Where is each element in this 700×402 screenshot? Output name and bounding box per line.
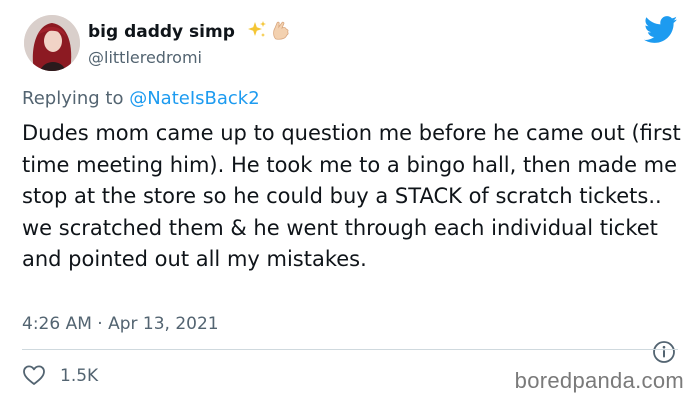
sparkles-icon <box>248 21 266 37</box>
twitter-logo-icon[interactable] <box>644 16 678 44</box>
avatar-image <box>24 15 80 71</box>
replying-to-label: Replying to <box>22 88 124 109</box>
reply-mention-link[interactable]: @NateIsBack2 <box>129 88 259 109</box>
tweet-text: Dudes mom came up to question me before … <box>22 121 681 271</box>
heart-icon[interactable] <box>22 364 46 386</box>
tweet-timestamp[interactable]: 4:26 AM · Apr 13, 2021 <box>22 314 219 334</box>
author-handle[interactable]: @littleredromi <box>88 48 202 67</box>
avatar[interactable] <box>24 15 80 71</box>
replying-to: Replying to @NateIsBack2 <box>22 88 260 109</box>
name-emojis <box>246 19 292 41</box>
info-icon[interactable] <box>652 340 676 364</box>
author-display-name[interactable]: big daddy simp <box>88 22 235 42</box>
watermark: boredpanda.com <box>514 368 684 393</box>
divider <box>22 349 678 350</box>
like-count: 1.5K <box>60 366 99 386</box>
ok-hand-icon <box>273 21 289 40</box>
